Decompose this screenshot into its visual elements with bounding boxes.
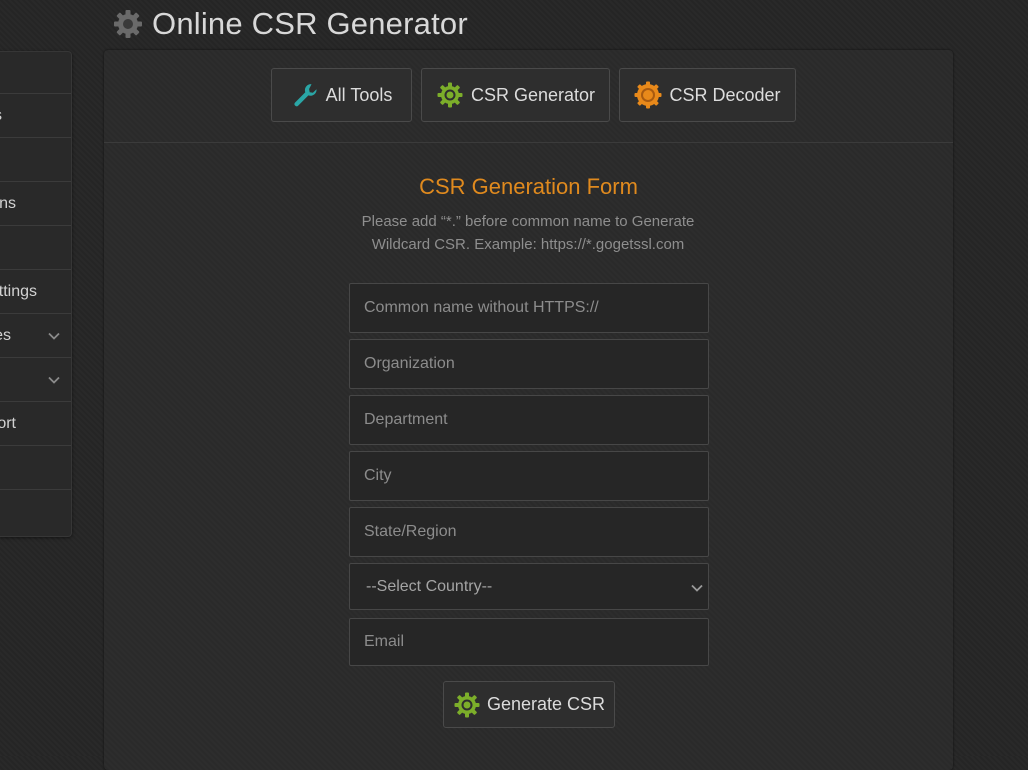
state-region-input[interactable] [349, 507, 709, 557]
sidebar-item-5[interactable] [0, 226, 71, 270]
sidebar-item-4[interactable]: ns [0, 182, 71, 226]
csr-generator-label: CSR Generator [470, 84, 596, 105]
sidebar-item-label: ort [0, 415, 16, 432]
csr-decoder-label: CSR Decoder [669, 84, 781, 105]
sidebar-item-7[interactable]: es [0, 314, 71, 358]
csr-generator-button[interactable]: CSR Generator [421, 68, 610, 122]
sidebar-item-10[interactable] [0, 446, 71, 490]
common-name-input[interactable] [349, 283, 709, 333]
tools-toolbar: All Tools CSR Generator CSR Decoder [104, 50, 953, 143]
sidebar-item-label: ns [0, 195, 16, 212]
page-header: Online CSR Generator [112, 6, 468, 42]
csr-decoder-button[interactable]: CSR Decoder [619, 68, 796, 122]
sidebar-item-2[interactable]: s [0, 94, 71, 138]
wrench-icon [294, 84, 317, 107]
generate-csr-label: Generate CSR [486, 694, 606, 714]
country-select[interactable]: --Select Country-- [349, 563, 709, 610]
sidebar-item-3[interactable] [0, 138, 71, 182]
gear-icon [454, 692, 480, 717]
organization-input[interactable] [349, 339, 709, 389]
city-input[interactable] [349, 451, 709, 501]
decoder-gear-icon [634, 81, 662, 109]
sidebar-item-label: ttings [0, 283, 37, 300]
chevron-down-icon [48, 376, 60, 384]
sidebar-item-1[interactable] [0, 52, 71, 94]
sidebar-item-8[interactable] [0, 358, 71, 402]
gear-icon [437, 82, 463, 108]
email-input[interactable] [349, 618, 709, 666]
chevron-down-icon [691, 584, 703, 592]
sidebar-item-6[interactable]: ttings [0, 270, 71, 314]
department-input[interactable] [349, 395, 709, 445]
form-description-line-1: Please add “*.” before common name to Ge… [361, 213, 695, 230]
sidebar-item-label: es [0, 327, 11, 344]
form-description: Please add “*.” before common name to Ge… [328, 210, 728, 256]
country-select-value: --Select Country-- [366, 577, 493, 595]
sidebar-item-11[interactable] [0, 490, 71, 534]
page-title: Online CSR Generator [152, 6, 468, 41]
sidebar-item-label: s [0, 94, 2, 138]
form-title: CSR Generation Form [419, 174, 638, 199]
form-description-line-2: Wildcard CSR. Example: https://*.gogetss… [371, 236, 685, 253]
generate-csr-button[interactable]: Generate CSR [443, 681, 615, 728]
all-tools-label: All Tools [325, 84, 393, 105]
chevron-down-icon [48, 332, 60, 340]
sidebar-item-9[interactable]: ort [0, 402, 71, 446]
sidebar: s ns ttings es ort [0, 51, 72, 537]
gear-icon [114, 10, 142, 38]
main-panel: All Tools CSR Generator CSR Decoder CSR … [104, 50, 953, 770]
all-tools-button[interactable]: All Tools [271, 68, 412, 122]
